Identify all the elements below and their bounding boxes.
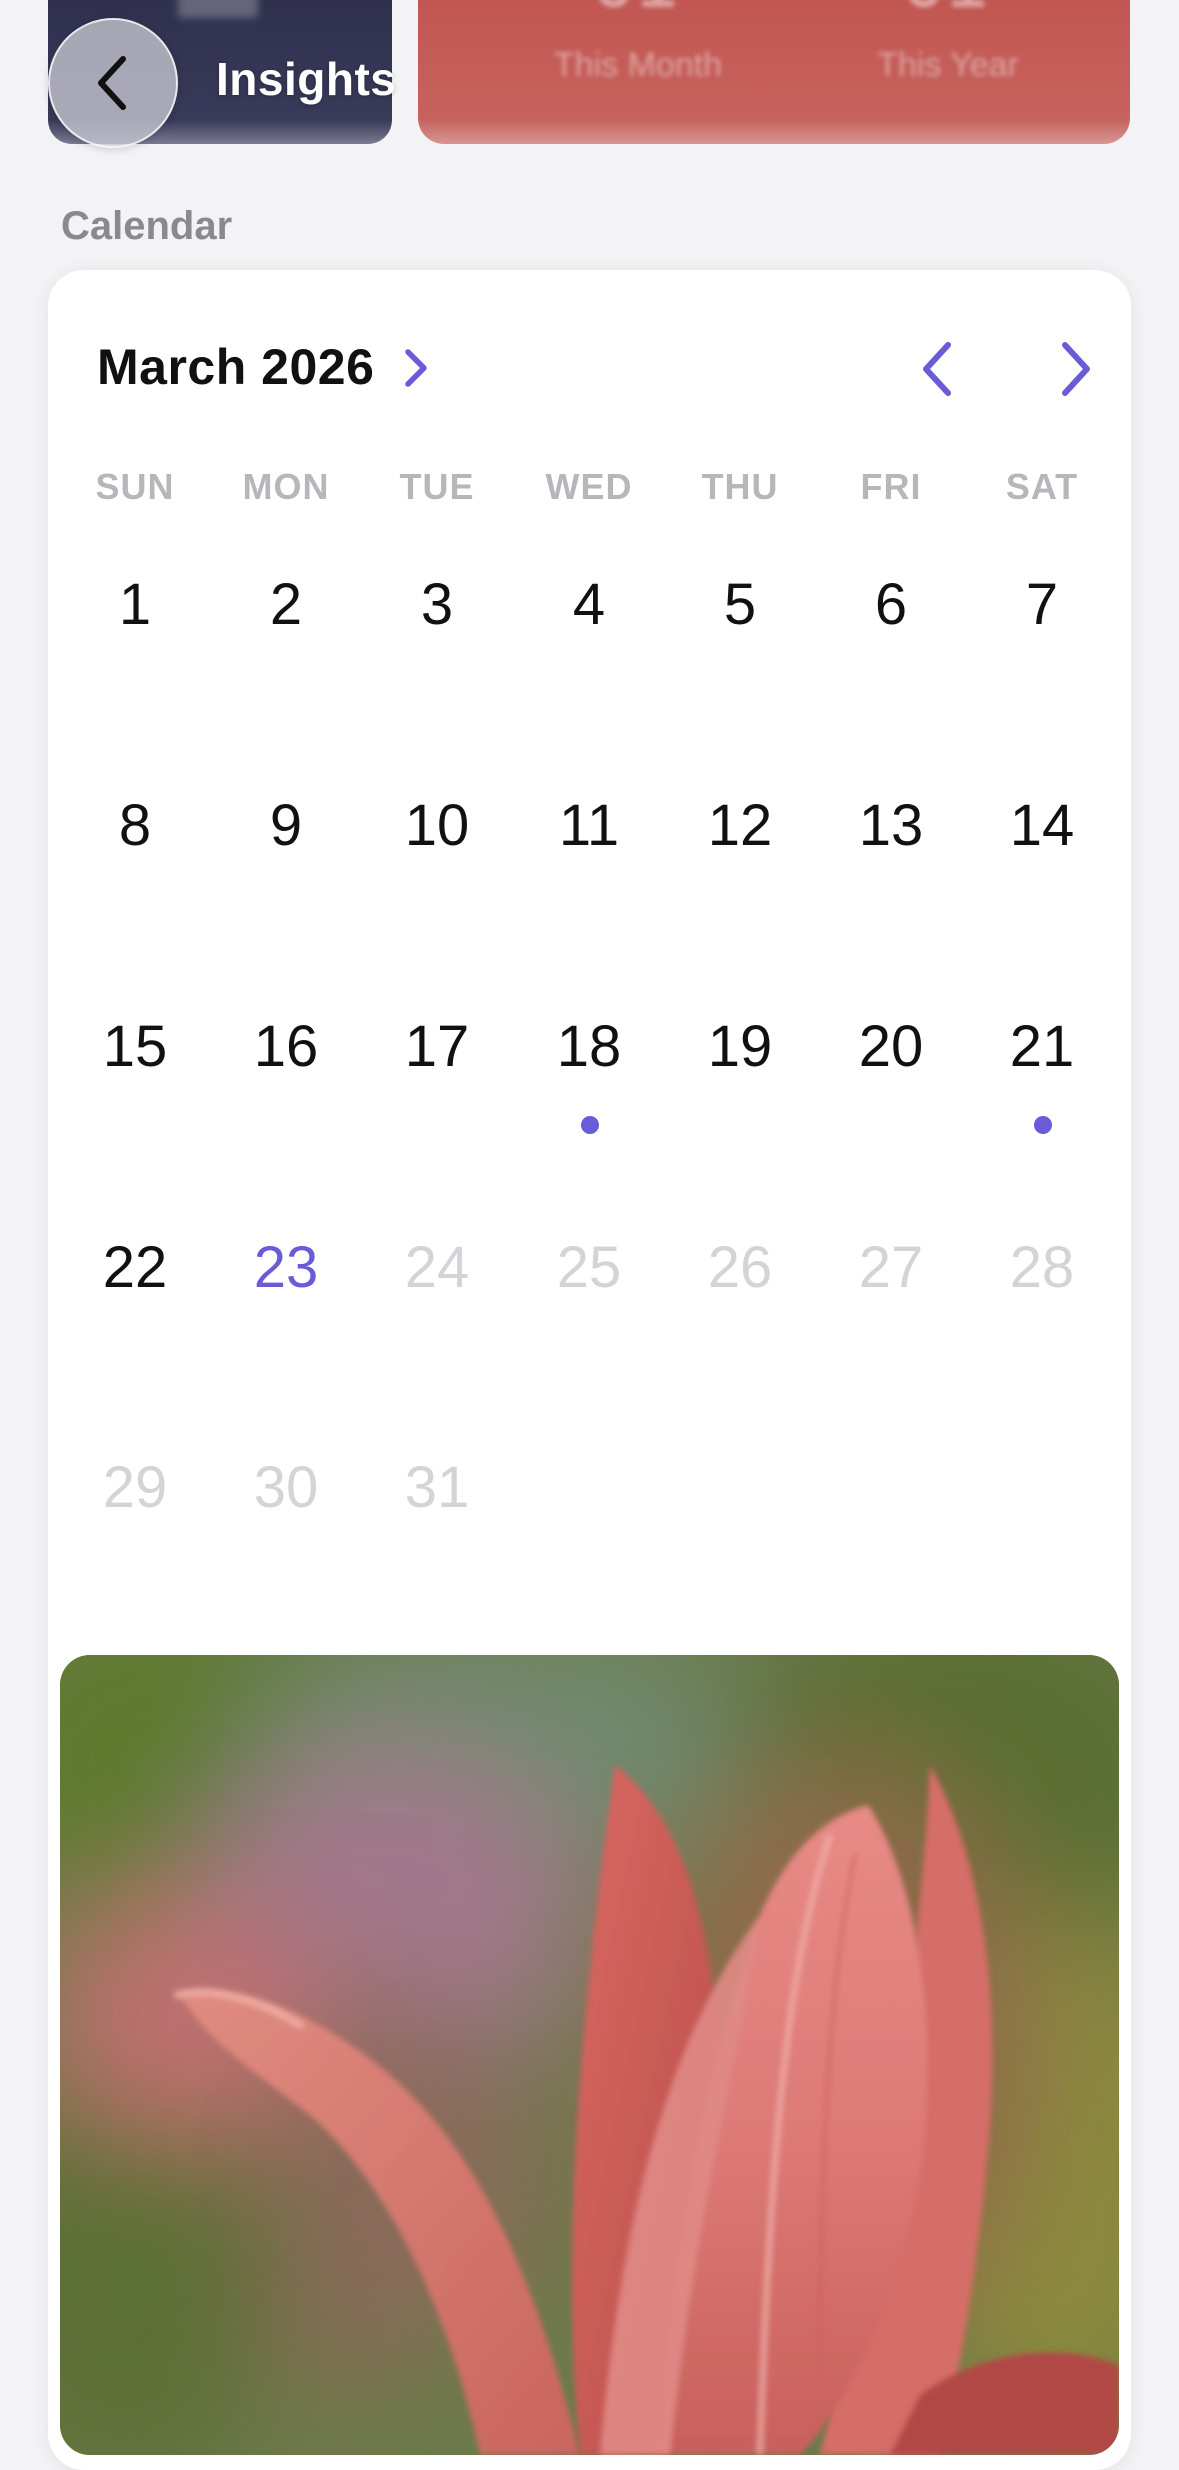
calendar-day-26[interactable]: 26 <box>665 1233 816 1333</box>
calendar-day-11[interactable]: 11 <box>514 791 665 891</box>
entry-indicator-dot <box>1033 1116 1052 1134</box>
calendar-day-24[interactable]: 24 <box>362 1233 513 1333</box>
this-year-label: This Year <box>877 46 1019 84</box>
day-number: 28 <box>1009 1235 1075 1300</box>
calendar-day-31[interactable]: 31 <box>362 1453 513 1553</box>
calendar-day-18[interactable]: 18 <box>514 1012 665 1134</box>
calendar-day-22[interactable]: 22 <box>60 1233 211 1333</box>
calendar-day-28[interactable]: 28 <box>967 1233 1118 1333</box>
chevron-right-icon <box>1062 342 1090 396</box>
calendar-day-4[interactable]: 4 <box>514 570 665 670</box>
calendar-day-5[interactable]: 5 <box>665 570 816 670</box>
day-number: 1 <box>118 572 152 637</box>
calendar-day-23[interactable]: 23 <box>211 1233 362 1333</box>
weekday-tue: TUE <box>399 466 475 507</box>
day-number: 2 <box>269 572 303 637</box>
day-number: 23 <box>253 1235 319 1300</box>
day-number: 27 <box>858 1235 924 1300</box>
day-number: 15 <box>102 1014 168 1079</box>
this-month-value: 61 <box>508 0 768 18</box>
tulip-photo <box>60 1655 1119 2455</box>
day-number: 29 <box>102 1455 168 1520</box>
this-month-stat: 61 This Month <box>508 0 768 85</box>
day-number: 31 <box>404 1455 470 1520</box>
entry-indicator-dot <box>580 1116 599 1134</box>
journal-photo[interactable] <box>60 1655 1119 2455</box>
next-month-button[interactable] <box>1040 334 1110 404</box>
this-year-value: 61 <box>818 0 1078 18</box>
day-number: 17 <box>404 1014 470 1079</box>
day-number: 25 <box>556 1235 622 1300</box>
calendar-day-17[interactable]: 17 <box>362 1012 513 1112</box>
calendar-day-30[interactable]: 30 <box>211 1453 362 1553</box>
month-title[interactable]: March 2026 <box>97 338 374 396</box>
day-number: 21 <box>1009 1014 1075 1079</box>
header-fade <box>0 120 1179 190</box>
day-number: 4 <box>572 572 606 637</box>
day-number: 13 <box>858 793 924 858</box>
calendar-day-2[interactable]: 2 <box>211 570 362 670</box>
day-number: 5 <box>723 572 757 637</box>
day-number: 22 <box>102 1235 168 1300</box>
weekday-wed: WED <box>545 466 633 507</box>
calendar-day-8[interactable]: 8 <box>60 791 211 891</box>
calendar-day-6[interactable]: 6 <box>816 570 967 670</box>
calendar-day-21[interactable]: 21 <box>967 1012 1118 1134</box>
chevron-right-icon[interactable] <box>398 344 434 392</box>
day-number: 30 <box>253 1455 319 1520</box>
weekday-sat: SAT <box>1005 466 1079 507</box>
calendar-day-10[interactable]: 10 <box>362 791 513 891</box>
calendar-header: March 2026 <box>48 320 1131 410</box>
day-number: 20 <box>858 1014 924 1079</box>
calendar-day-9[interactable]: 9 <box>211 791 362 891</box>
calendar-day-20[interactable]: 20 <box>816 1012 967 1112</box>
day-number: 8 <box>118 793 152 858</box>
calendar-day-7[interactable]: 7 <box>967 570 1118 670</box>
day-number: 9 <box>269 793 303 858</box>
calendar-day-3[interactable]: 3 <box>362 570 513 670</box>
weekday-mon: MON <box>242 466 330 507</box>
calendar-day-19[interactable]: 19 <box>665 1012 816 1112</box>
day-number: 6 <box>874 572 908 637</box>
weekday-header-row: SUN MON TUE WED THU FRI SAT <box>48 466 1131 512</box>
this-month-label: This Month <box>553 46 723 84</box>
this-year-stat: 61 This Year <box>818 0 1078 85</box>
day-number: 10 <box>404 793 470 858</box>
calendar-section-label: Calendar <box>61 204 233 248</box>
day-number: 18 <box>556 1014 622 1079</box>
calendar-day-25[interactable]: 25 <box>514 1233 665 1333</box>
calendar-day-15[interactable]: 15 <box>60 1012 211 1112</box>
day-number: 14 <box>1009 793 1075 858</box>
day-number: 11 <box>558 793 620 858</box>
back-button[interactable] <box>48 18 178 148</box>
chevron-left-icon <box>98 56 126 110</box>
streak-icon <box>178 0 258 18</box>
weekday-sun: SUN <box>95 466 175 507</box>
calendar-day-1[interactable]: 1 <box>60 570 211 670</box>
weekday-fri: FRI <box>860 466 922 507</box>
day-number: 19 <box>707 1014 773 1079</box>
page-title: Insights <box>216 53 397 105</box>
weekday-thu: THU <box>701 466 779 507</box>
calendar-day-16[interactable]: 16 <box>211 1012 362 1112</box>
day-number: 3 <box>420 572 454 637</box>
previous-month-button[interactable] <box>903 334 973 404</box>
chevron-left-icon <box>923 342 951 396</box>
day-number: 12 <box>707 793 773 858</box>
day-number: 24 <box>404 1235 470 1300</box>
day-number: 7 <box>1025 572 1059 637</box>
calendar-day-29[interactable]: 29 <box>60 1453 211 1553</box>
calendar-day-14[interactable]: 14 <box>967 791 1118 891</box>
calendar-day-27[interactable]: 27 <box>816 1233 967 1333</box>
day-number: 16 <box>253 1014 319 1079</box>
day-number: 26 <box>707 1235 773 1300</box>
calendar-day-13[interactable]: 13 <box>816 791 967 891</box>
calendar-day-12[interactable]: 12 <box>665 791 816 891</box>
